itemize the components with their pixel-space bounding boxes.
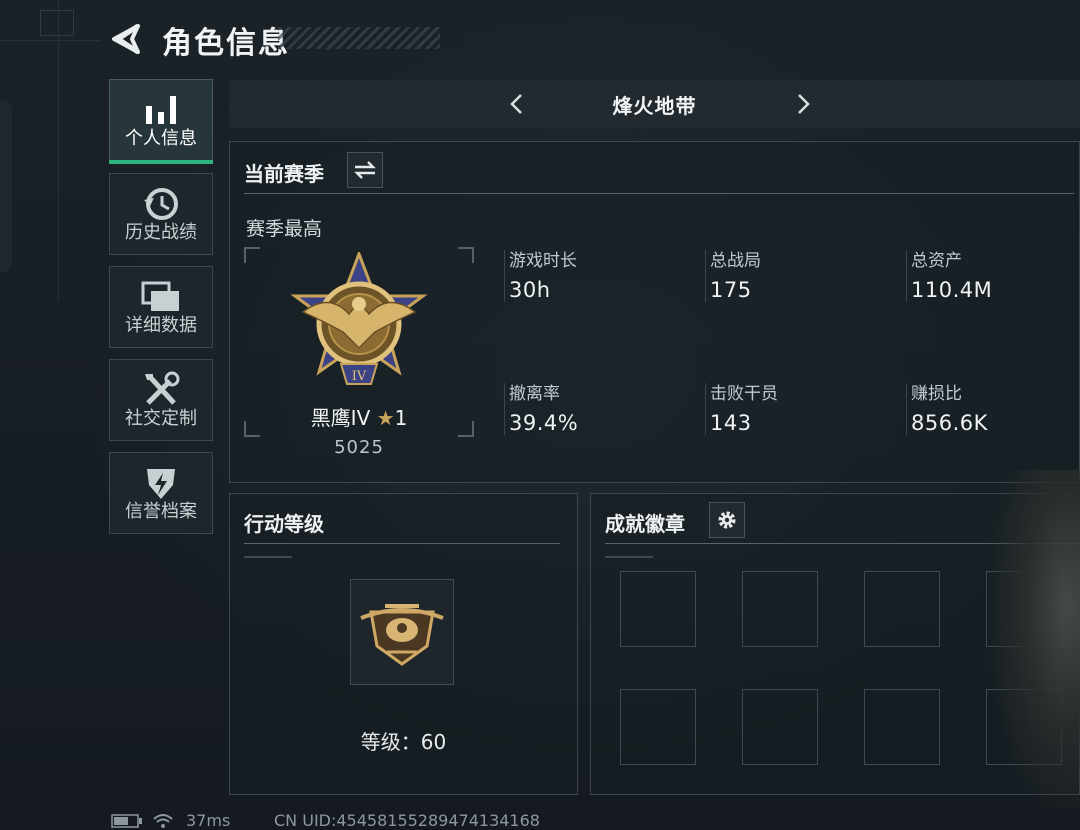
season-panel-title: 当前赛季: [244, 162, 324, 186]
title-decoration: [278, 27, 440, 49]
action-level-value: 等级：60: [360, 730, 447, 754]
frame-corner: [244, 421, 260, 437]
back-button[interactable]: [108, 22, 144, 56]
action-level-title: 行动等级: [244, 512, 324, 536]
decoration-line: [605, 556, 653, 558]
stat-label-total-assets: 总资产: [911, 251, 962, 271]
mode-selector: 烽火地带: [229, 80, 1080, 128]
stat-label-operators-defeated: 击败干员: [710, 384, 778, 404]
sidebar-item-social[interactable]: 社交定制: [109, 359, 213, 441]
chevron-right-icon: [798, 94, 810, 114]
sidebar-item-detailed-data[interactable]: 详细数据: [109, 266, 213, 348]
sidebar-item-label: 社交定制: [125, 408, 197, 429]
achievement-slot[interactable]: [742, 571, 818, 647]
rank-score: 5025: [334, 437, 384, 458]
season-best-label: 赛季最高: [246, 218, 323, 240]
divider: [244, 193, 1074, 194]
achievement-slot[interactable]: [620, 571, 696, 647]
shield-lightning-icon: [147, 469, 175, 499]
stat-label-extraction-rate: 撤离率: [509, 384, 560, 404]
stat-value-operators-defeated: 143: [710, 411, 752, 435]
rank-name-row: 黑鹰IV ★1: [262, 402, 456, 431]
sidebar-item-label: 详细数据: [125, 315, 197, 336]
stat-divider: [906, 383, 907, 435]
stat-label-profit-loss-ratio: 赚损比: [911, 384, 962, 404]
frame-corner: [458, 247, 474, 263]
decoration-frame: [40, 10, 74, 36]
sidebar-item-label: 信誉档案: [125, 501, 197, 522]
stat-value-profit-loss-ratio: 856.6K: [911, 411, 988, 435]
stat-divider: [504, 250, 505, 302]
stat-value-playtime: 30h: [509, 278, 551, 302]
sidebar-item-label: 历史战绩: [125, 222, 197, 243]
sidebar-item-credit[interactable]: 信誉档案: [109, 452, 213, 534]
achievements-title: 成就徽章: [605, 512, 685, 536]
achievements-settings-button[interactable]: [709, 502, 745, 538]
wifi-icon: [153, 814, 173, 828]
mode-next-button[interactable]: [789, 88, 819, 120]
achievement-slot[interactable]: [620, 689, 696, 765]
stat-value-extraction-rate: 39.4%: [509, 411, 579, 435]
action-level-badge-frame[interactable]: [350, 579, 454, 685]
decoration-line: [58, 0, 59, 300]
helicopter-badge-icon: [360, 604, 444, 666]
stat-label-total-matches: 总战局: [710, 251, 761, 271]
user-uid: CN UID:4545815528947413416​8: [274, 811, 540, 830]
stat-value-total-matches: 175: [710, 278, 752, 302]
frame-corner: [458, 421, 474, 437]
back-arrow-icon: [112, 23, 140, 55]
folders-icon: [141, 281, 179, 311]
achievement-slot[interactable]: [742, 689, 818, 765]
stat-label-playtime: 游戏时长: [509, 251, 577, 271]
stat-divider: [705, 383, 706, 435]
frame-corner: [244, 247, 260, 263]
sidebar-item-label: 个人信息: [125, 128, 197, 149]
stat-divider: [906, 250, 907, 302]
ping-value: 37ms: [186, 811, 231, 830]
rank-emblem-black-hawk: IV: [290, 252, 428, 385]
bar-chart-icon: [146, 96, 176, 124]
rank-star-icon: ★: [376, 406, 395, 430]
svg-text:IV: IV: [352, 369, 367, 384]
gear-icon: [718, 511, 736, 529]
achievement-slot[interactable]: [864, 571, 940, 647]
edge-drawer-tab[interactable]: [0, 100, 12, 272]
sidebar-item-history[interactable]: 历史战绩: [109, 173, 213, 255]
swap-arrows-icon: [354, 161, 376, 179]
decoration-line: [244, 556, 292, 558]
decoration-line: [0, 40, 100, 41]
divider: [244, 543, 560, 544]
sidebar-item-personal-info[interactable]: 个人信息: [109, 79, 213, 164]
history-clock-icon: [144, 188, 178, 220]
season-switch-button[interactable]: [347, 152, 383, 188]
battery-icon: [111, 814, 142, 828]
stat-value-total-assets: 110.4M: [911, 278, 993, 302]
mode-title: 烽火地带: [612, 94, 697, 118]
rank-stars: 1: [394, 406, 408, 430]
stat-divider: [504, 383, 505, 435]
page-title: 角色信息: [162, 26, 290, 61]
achievement-slot[interactable]: [864, 689, 940, 765]
stat-divider: [705, 250, 706, 302]
rank-name: 黑鹰IV: [310, 406, 371, 430]
character-model: [990, 470, 1080, 810]
